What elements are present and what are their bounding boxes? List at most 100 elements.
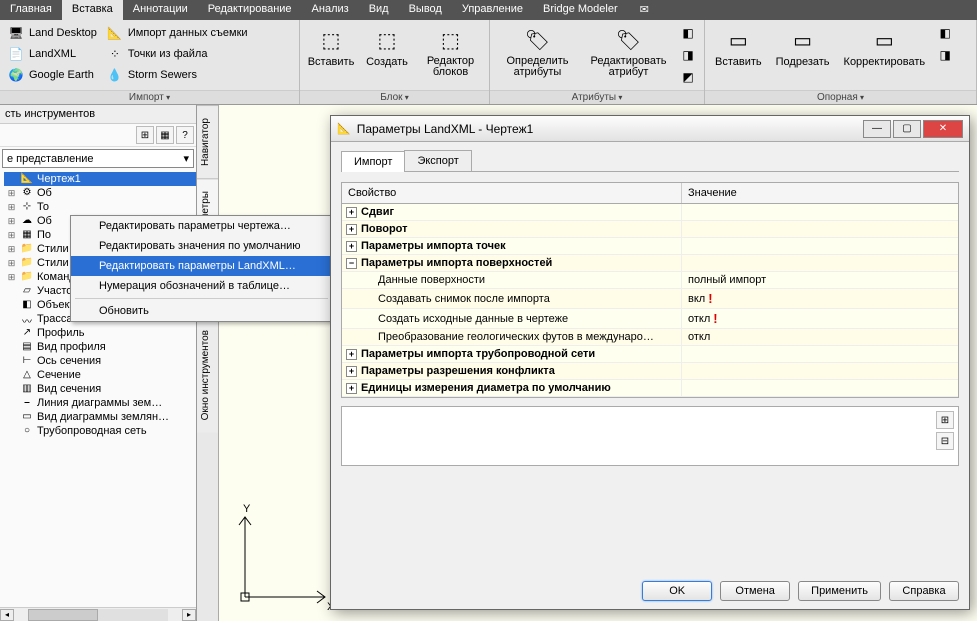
rb-google-earth[interactable]: 🌍Google Earth bbox=[6, 66, 99, 84]
prop-row[interactable]: Преобразование геологических футов в меж… bbox=[342, 329, 958, 346]
tree-expander-icon[interactable]: ⊞ bbox=[6, 230, 17, 241]
cancel-button[interactable]: Отмена bbox=[720, 581, 790, 601]
prop-expander-icon[interactable]: + bbox=[346, 241, 357, 252]
tree-item[interactable]: ▭Вид диаграммы землян… bbox=[4, 410, 196, 424]
prop-row[interactable]: Создавать снимок после импортавкл ! bbox=[342, 289, 958, 309]
tree-expander-icon[interactable]: ⊞ bbox=[6, 188, 17, 199]
ribbon-group-attr-title[interactable]: Атрибуты bbox=[490, 90, 704, 104]
prop-value[interactable]: полный импорт bbox=[688, 274, 766, 286]
tree-item[interactable]: 📐Чертеж1 bbox=[4, 172, 196, 186]
prop-expander-icon[interactable]: + bbox=[346, 366, 357, 377]
rb-attr-define[interactable]: 🏷Определить атрибуты bbox=[496, 24, 579, 80]
prop-expander-icon[interactable]: + bbox=[346, 207, 357, 218]
rb-land-desktop[interactable]: 🖥Land Desktop bbox=[6, 24, 99, 42]
side-tab-toolwindow[interactable]: Окно инструментов bbox=[197, 317, 218, 432]
tree-item[interactable]: ○Трубопроводная сеть bbox=[4, 424, 196, 438]
hscroll-right-icon[interactable]: ▸ bbox=[182, 609, 196, 621]
desc-expand-icon[interactable]: ⊞ bbox=[936, 411, 954, 429]
tree-expander-icon[interactable]: ⊞ bbox=[6, 272, 17, 283]
apply-button[interactable]: Применить bbox=[798, 581, 881, 601]
ribbon-tab-output[interactable]: Вывод bbox=[399, 0, 452, 20]
rb-import-survey[interactable]: 📐Импорт данных съемки bbox=[105, 24, 250, 42]
left-panel-hscroll[interactable]: ◂ ▸ bbox=[0, 607, 196, 621]
prop-expander-icon[interactable]: − bbox=[346, 258, 357, 269]
ctx-refresh[interactable]: Обновить bbox=[71, 301, 332, 321]
prop-group-row[interactable]: + Параметры разрешения конфликта bbox=[342, 363, 958, 380]
rb-ref-clip[interactable]: ▭Подрезать bbox=[772, 24, 834, 70]
ok-button[interactable]: OK bbox=[642, 581, 712, 601]
rb-attr-opt3[interactable]: ◩ bbox=[678, 68, 698, 86]
rb-ref-opt2[interactable]: ◨ bbox=[935, 46, 955, 64]
tree-item[interactable]: ⊞⚙Об bbox=[4, 186, 196, 200]
prop-value[interactable]: откл bbox=[688, 313, 710, 325]
lp-tool-help-icon[interactable]: ? bbox=[176, 126, 194, 144]
tree-item[interactable]: ⎯Линия диаграммы зем… bbox=[4, 396, 196, 410]
tree-item[interactable]: ↗Профиль bbox=[4, 326, 196, 340]
left-panel-view-combo[interactable]: е представление ▾ bbox=[2, 149, 194, 168]
dialog-close-button[interactable]: ✕ bbox=[923, 120, 963, 138]
prop-expander-icon[interactable]: + bbox=[346, 349, 357, 360]
help-button[interactable]: Справка bbox=[889, 581, 959, 601]
lp-tool-tree-icon[interactable]: ⊞ bbox=[136, 126, 154, 144]
tree-item[interactable]: △Сечение bbox=[4, 368, 196, 382]
rb-attr-opt2[interactable]: ◨ bbox=[678, 46, 698, 64]
dialog-maximize-button[interactable]: ▢ bbox=[893, 120, 921, 138]
ribbon-tab-insert[interactable]: Вставка bbox=[62, 0, 123, 20]
rb-points-file[interactable]: ⁘Точки из файла bbox=[105, 45, 250, 63]
prop-expander-icon[interactable]: + bbox=[346, 224, 357, 235]
prop-value[interactable]: вкл bbox=[688, 293, 705, 305]
tree-item[interactable]: ▤Вид профиля bbox=[4, 340, 196, 354]
ctx-edit-defaults[interactable]: Редактировать значения по умолчанию bbox=[71, 236, 332, 256]
dialog-minimize-button[interactable]: — bbox=[863, 120, 891, 138]
ribbon-tab-annotations[interactable]: Аннотации bbox=[123, 0, 198, 20]
prop-header-property[interactable]: Свойство bbox=[342, 183, 682, 203]
tree-expander-icon[interactable]: ⊞ bbox=[6, 202, 17, 213]
prop-group-row[interactable]: + Единицы измерения диаметра по умолчани… bbox=[342, 380, 958, 397]
ctx-table-numbering[interactable]: Нумерация обозначений в таблице… bbox=[71, 276, 332, 296]
rb-block-editor[interactable]: ⬚Редактор блоков bbox=[418, 24, 483, 80]
tree-item[interactable]: ▥Вид сечения bbox=[4, 382, 196, 396]
ribbon-tab-main[interactable]: Главная bbox=[0, 0, 62, 20]
ribbon-tab-analysis[interactable]: Анализ bbox=[302, 0, 359, 20]
rb-attr-edit[interactable]: 🏷Редактировать атрибут bbox=[585, 24, 672, 80]
side-tab-navigator[interactable]: Навигатор bbox=[197, 105, 218, 178]
prop-row[interactable]: Данные поверхностиполный импорт bbox=[342, 272, 958, 289]
rb-ref-insert[interactable]: ▭Вставить bbox=[711, 24, 766, 70]
prop-row[interactable]: Создать исходные данные в чертежеоткл ! bbox=[342, 309, 958, 329]
mail-icon[interactable]: ✉ bbox=[634, 0, 655, 20]
tree-item[interactable]: ⊞⊹То bbox=[4, 200, 196, 214]
ribbon-tab-manage[interactable]: Управление bbox=[452, 0, 533, 20]
rb-attr-opt1[interactable]: ◧ bbox=[678, 24, 698, 42]
ctx-edit-drawing-params[interactable]: Редактировать параметры чертежа… bbox=[71, 216, 332, 236]
dialog-tab-import[interactable]: Импорт bbox=[341, 151, 405, 172]
rb-ref-opt1[interactable]: ◧ bbox=[935, 24, 955, 42]
ribbon-group-import-title[interactable]: Импорт bbox=[0, 90, 299, 104]
rb-block-create[interactable]: ⬚Создать bbox=[362, 24, 412, 70]
desc-collapse-icon[interactable]: ⊟ bbox=[936, 432, 954, 450]
rb-landxml[interactable]: 📄LandXML bbox=[6, 45, 99, 63]
ribbon-group-block-title[interactable]: Блок bbox=[300, 90, 489, 104]
hscroll-track[interactable] bbox=[28, 609, 168, 621]
tree-item[interactable]: ⊢Ось сечения bbox=[4, 354, 196, 368]
prop-header-value[interactable]: Значение bbox=[682, 183, 958, 203]
lp-tool-grid-icon[interactable]: ▦ bbox=[156, 126, 174, 144]
prop-group-row[interactable]: + Параметры импорта трубопроводной сети bbox=[342, 346, 958, 363]
hscroll-thumb[interactable] bbox=[28, 609, 98, 621]
prop-group-row[interactable]: + Поворот bbox=[342, 221, 958, 238]
prop-group-row[interactable]: + Параметры импорта точек bbox=[342, 238, 958, 255]
rb-ref-adjust[interactable]: ▭Корректировать bbox=[840, 24, 930, 70]
ribbon-tab-edit[interactable]: Редактирование bbox=[198, 0, 302, 20]
ribbon-tab-view[interactable]: Вид bbox=[359, 0, 399, 20]
ribbon-tab-bridge[interactable]: Bridge Modeler bbox=[533, 0, 628, 20]
prop-group-row[interactable]: − Параметры импорта поверхностей bbox=[342, 255, 958, 272]
tree-expander-icon[interactable]: ⊞ bbox=[6, 216, 17, 227]
ctx-edit-landxml-params[interactable]: Редактировать параметры LandXML… bbox=[71, 256, 332, 276]
ribbon-group-ref-title[interactable]: Опорная bbox=[705, 90, 976, 104]
prop-expander-icon[interactable]: + bbox=[346, 383, 357, 394]
dialog-tab-export[interactable]: Экспорт bbox=[404, 150, 471, 171]
dialog-titlebar[interactable]: 📐 Параметры LandXML - Чертеж1 — ▢ ✕ bbox=[331, 116, 969, 142]
hscroll-left-icon[interactable]: ◂ bbox=[0, 609, 14, 621]
tree-expander-icon[interactable]: ⊞ bbox=[6, 258, 17, 269]
prop-group-row[interactable]: + Сдвиг bbox=[342, 204, 958, 221]
rb-block-insert[interactable]: ⬚Вставить bbox=[306, 24, 356, 70]
